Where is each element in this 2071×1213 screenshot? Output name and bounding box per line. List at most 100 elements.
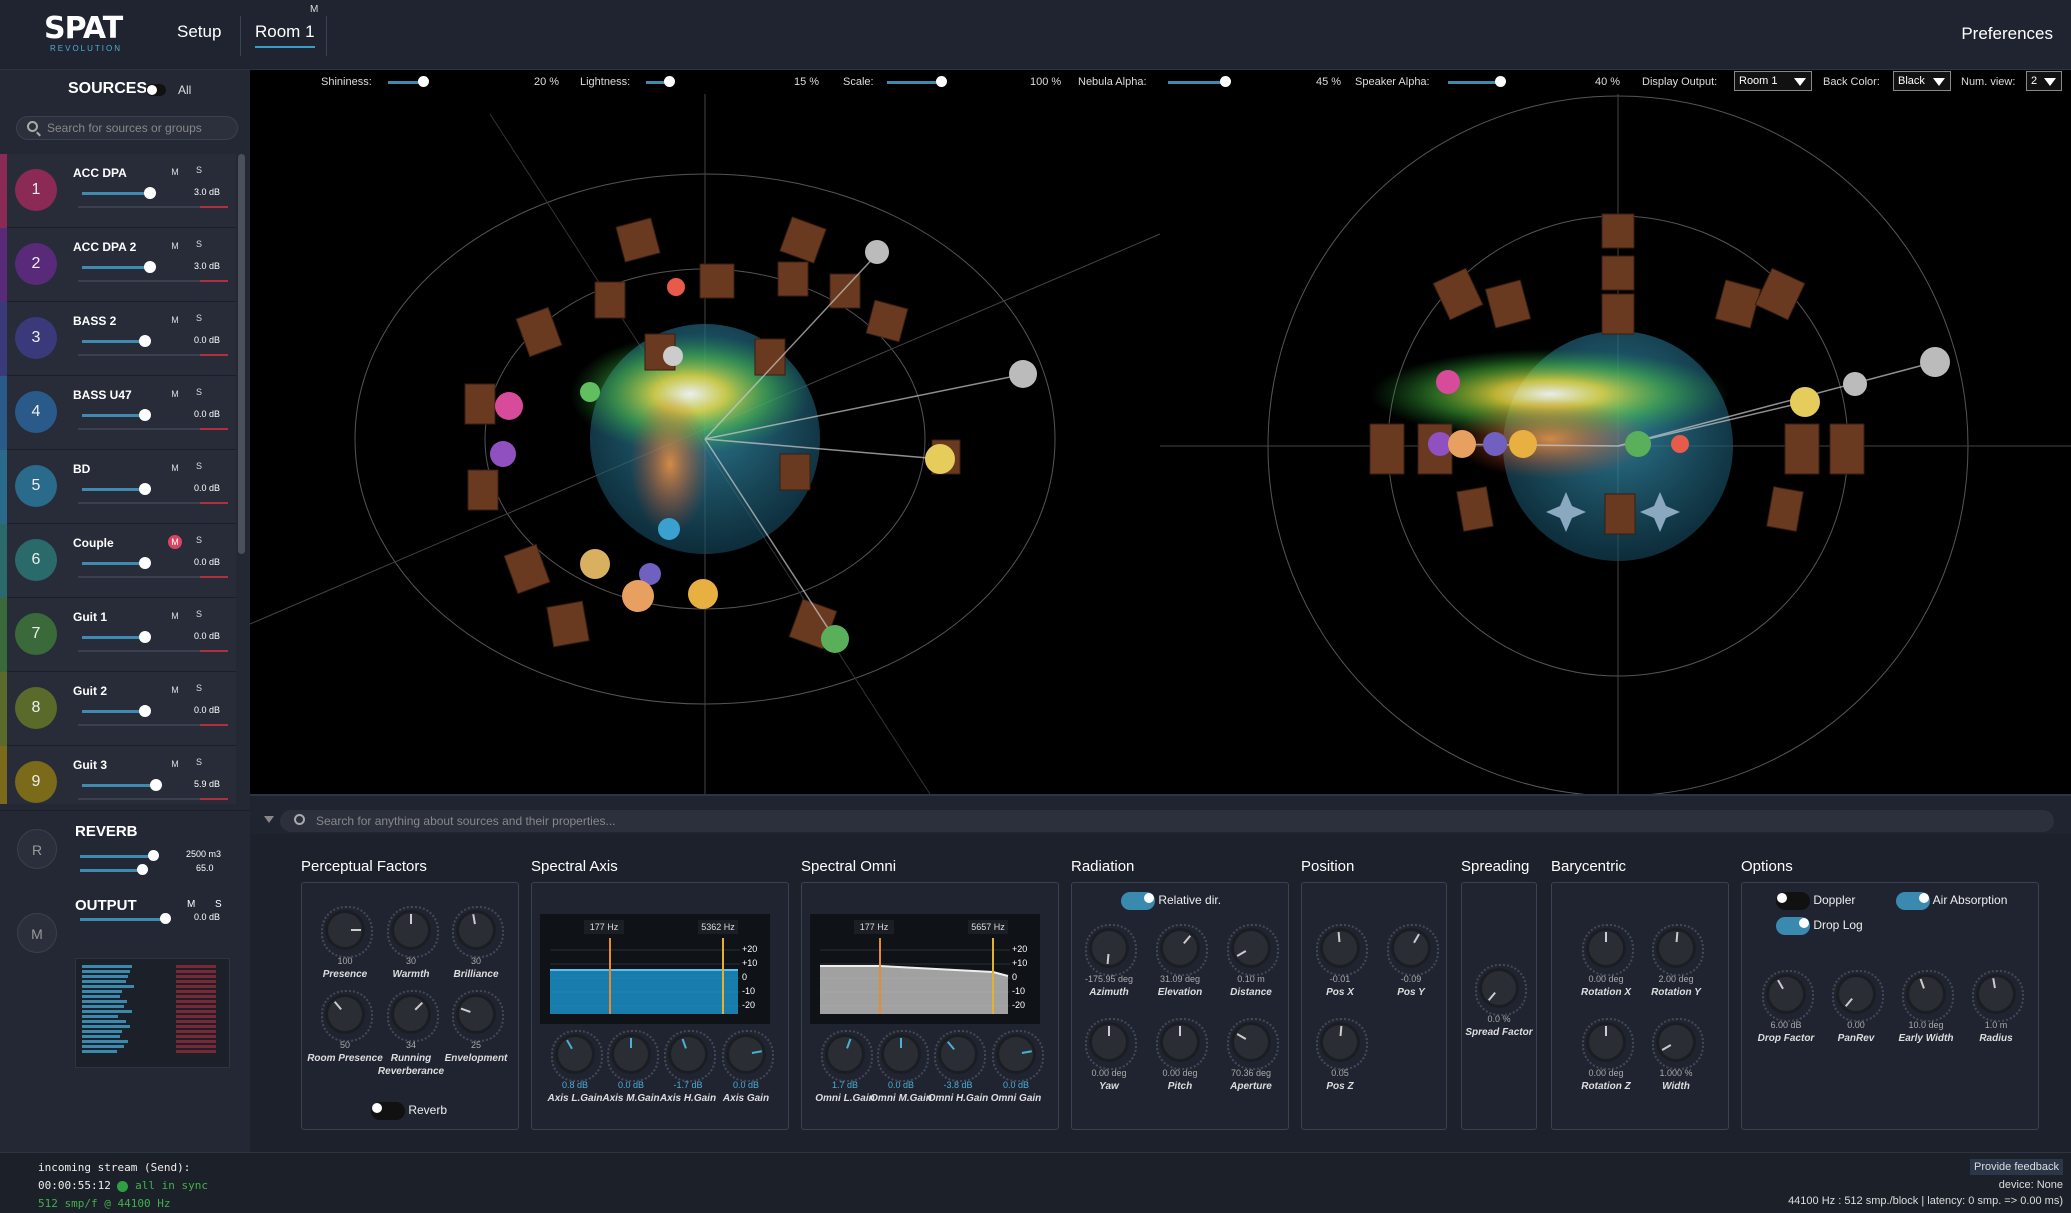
- source-gain-slider[interactable]: [82, 414, 145, 417]
- room-scene-render[interactable]: [250, 94, 2071, 794]
- source-row[interactable]: 8 Guit 2 M S 0.0 dB: [0, 672, 236, 746]
- rotary-knob[interactable]: [1156, 924, 1208, 976]
- num-view-dropdown[interactable]: 2: [2026, 71, 2062, 91]
- source-row[interactable]: 2 ACC DPA 2 M S 3.0 dB: [0, 228, 236, 302]
- lightness-knob[interactable]: [664, 76, 675, 87]
- rotary-knob[interactable]: [452, 990, 504, 1042]
- collapse-arrow-icon[interactable]: [264, 816, 274, 823]
- source-gain-knob[interactable]: [139, 705, 151, 717]
- tab-room-1[interactable]: Room 1: [255, 22, 315, 48]
- source-row[interactable]: 4 BASS U47 M S 0.0 dB: [0, 376, 236, 450]
- source-number-badge[interactable]: 1: [15, 169, 57, 211]
- drop-log-toggle[interactable]: [1776, 917, 1810, 935]
- left-view[interactable]: [250, 94, 1161, 794]
- sources-search-input[interactable]: Search for sources or groups: [16, 116, 238, 140]
- rotary-knob[interactable]: [551, 1030, 603, 1082]
- rotary-knob[interactable]: [1832, 970, 1884, 1022]
- source-gain-knob[interactable]: [144, 261, 156, 273]
- preferences-button[interactable]: Preferences: [1961, 24, 2053, 44]
- source-number-badge[interactable]: 4: [15, 391, 57, 433]
- source-solo-button[interactable]: S: [196, 757, 202, 767]
- scale-slider[interactable]: [887, 81, 941, 84]
- source-gain-knob[interactable]: [139, 335, 151, 347]
- rotary-knob[interactable]: [1582, 1018, 1634, 1070]
- source-solo-button[interactable]: S: [196, 535, 202, 545]
- source-row[interactable]: 3 BASS 2 M S 0.0 dB: [0, 302, 236, 376]
- source-gain-slider[interactable]: [82, 562, 145, 565]
- source-number-badge[interactable]: 2: [15, 243, 57, 285]
- rotary-knob[interactable]: [1227, 1018, 1279, 1070]
- rotary-knob[interactable]: [1972, 970, 2024, 1022]
- rotary-knob[interactable]: [1227, 924, 1279, 976]
- rotary-knob[interactable]: [321, 906, 373, 958]
- source-mute-button[interactable]: M: [168, 239, 182, 253]
- output-mute-button[interactable]: M: [187, 899, 195, 910]
- output-gain-slider[interactable]: [80, 918, 166, 921]
- rotary-knob[interactable]: [992, 1030, 1044, 1082]
- rotary-knob[interactable]: [1085, 924, 1137, 976]
- source-mute-button[interactable]: M: [168, 757, 182, 771]
- rotary-knob[interactable]: [934, 1030, 986, 1082]
- speaker-alpha-slider[interactable]: [1448, 81, 1502, 84]
- reverb-button[interactable]: R: [17, 829, 57, 869]
- source-mute-button[interactable]: M: [168, 535, 182, 549]
- source-solo-button[interactable]: S: [196, 387, 202, 397]
- source-gain-knob[interactable]: [144, 187, 156, 199]
- source-gain-knob[interactable]: [139, 409, 151, 421]
- rotary-knob[interactable]: [877, 1030, 929, 1082]
- rotary-knob[interactable]: [1762, 970, 1814, 1022]
- source-gain-knob[interactable]: [139, 483, 151, 495]
- source-gain-slider[interactable]: [82, 340, 145, 343]
- reverb-volume-knob[interactable]: [148, 850, 159, 861]
- source-number-badge[interactable]: 7: [15, 613, 57, 655]
- source-number-badge[interactable]: 8: [15, 687, 57, 729]
- source-solo-button[interactable]: S: [196, 683, 202, 693]
- rotary-knob[interactable]: [1582, 924, 1634, 976]
- source-gain-slider[interactable]: [82, 488, 145, 491]
- source-gain-slider[interactable]: [82, 192, 150, 195]
- rotary-knob[interactable]: [607, 1030, 659, 1082]
- display-output-dropdown[interactable]: Room 1: [1734, 71, 1812, 91]
- spectral-axis-eq-display[interactable]: 177 Hz 5362 Hz +20 +10 0 -10 -20: [540, 914, 770, 1024]
- rotary-knob[interactable]: [1316, 1018, 1368, 1070]
- source-gain-knob[interactable]: [139, 557, 151, 569]
- source-solo-button[interactable]: S: [196, 239, 202, 249]
- drop-log-toggle-row[interactable]: Drop Log: [1776, 917, 1863, 935]
- rotary-knob[interactable]: [1652, 924, 1704, 976]
- rotary-knob[interactable]: [821, 1030, 873, 1082]
- source-mute-button[interactable]: M: [168, 683, 182, 697]
- output-gain-knob[interactable]: [160, 913, 171, 924]
- output-button[interactable]: M: [17, 913, 57, 953]
- output-solo-button[interactable]: S: [215, 899, 222, 910]
- air-absorption-toggle-row[interactable]: Air Absorption: [1896, 892, 2007, 910]
- source-number-badge[interactable]: 9: [15, 761, 57, 803]
- rotary-knob[interactable]: [1652, 1018, 1704, 1070]
- source-gain-slider[interactable]: [82, 784, 156, 787]
- provide-feedback-button[interactable]: Provide feedback: [1970, 1159, 2063, 1175]
- rotary-knob[interactable]: [387, 906, 439, 958]
- source-gain-slider[interactable]: [82, 636, 145, 639]
- nebula-alpha-slider[interactable]: [1168, 81, 1222, 84]
- source-row[interactable]: 6 Couple M S 0.0 dB: [0, 524, 236, 598]
- rotary-knob[interactable]: [1085, 1018, 1137, 1070]
- nebula-alpha-knob[interactable]: [1220, 76, 1231, 87]
- back-color-dropdown[interactable]: Black: [1893, 71, 1951, 91]
- source-solo-button[interactable]: S: [196, 609, 202, 619]
- rotary-knob[interactable]: [1387, 924, 1439, 976]
- right-view[interactable]: [1160, 94, 2071, 794]
- source-number-badge[interactable]: 6: [15, 539, 57, 581]
- source-row[interactable]: 1 ACC DPA M S 3.0 dB: [0, 154, 236, 228]
- spectral-omni-eq-display[interactable]: 177 Hz 5657 Hz +20 +10 0 -10 -20: [810, 914, 1040, 1024]
- relative-dir-toggle-row[interactable]: Relative dir.: [1121, 892, 1221, 910]
- source-mute-button[interactable]: M: [168, 461, 182, 475]
- doppler-toggle[interactable]: [1776, 892, 1810, 910]
- scale-knob[interactable]: [936, 76, 947, 87]
- source-solo-button[interactable]: S: [196, 165, 202, 175]
- source-solo-button[interactable]: S: [196, 461, 202, 471]
- source-mute-button[interactable]: M: [168, 313, 182, 327]
- rotary-knob[interactable]: [664, 1030, 716, 1082]
- shininess-knob[interactable]: [418, 76, 429, 87]
- rotary-knob[interactable]: [1316, 924, 1368, 976]
- doppler-toggle-row[interactable]: Doppler: [1776, 892, 1855, 910]
- source-gain-knob[interactable]: [139, 631, 151, 643]
